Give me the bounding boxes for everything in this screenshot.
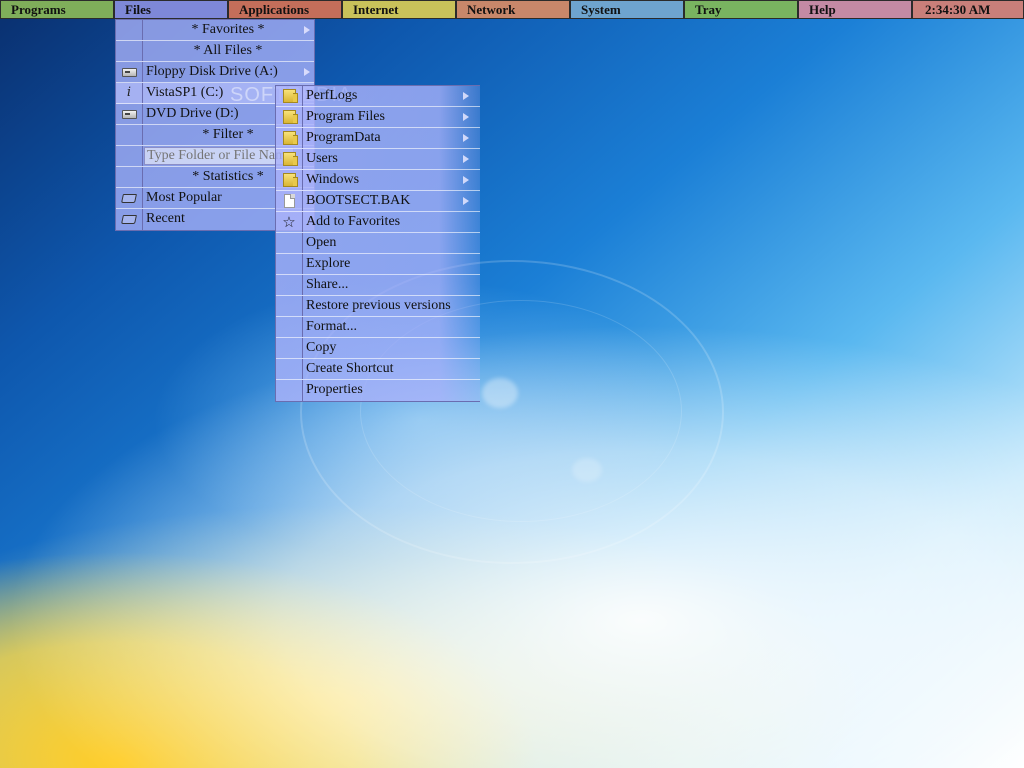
drive-action-copy[interactable]: Copy	[276, 338, 480, 359]
drive-action-share[interactable]: Share...	[276, 275, 480, 296]
menu-tray[interactable]: Tray	[684, 0, 798, 19]
drive-item-users[interactable]: Users	[276, 149, 480, 170]
icon-column	[276, 380, 303, 401]
icon-column: ☆	[276, 212, 303, 232]
icon-column	[276, 338, 303, 358]
icon-column	[276, 170, 303, 190]
menu-help[interactable]: Help	[798, 0, 912, 19]
menu-item-label: VistaSP1 (C:)	[146, 85, 224, 100]
icon-column: i	[116, 83, 143, 103]
menu-item-label: Create Shortcut	[306, 361, 394, 376]
submenu-arrow-icon	[304, 68, 310, 76]
drive-action-create-shortcut[interactable]: Create Shortcut	[276, 359, 480, 380]
menu-item-label: Explore	[306, 256, 351, 271]
menu-programs[interactable]: Programs	[0, 0, 114, 19]
star-icon: ☆	[282, 212, 296, 231]
folder-icon	[282, 110, 298, 124]
open-folder-icon	[121, 193, 137, 203]
icon-column	[276, 317, 303, 337]
folder-icon	[282, 152, 298, 166]
menu-system[interactable]: System	[570, 0, 684, 19]
top-menu-bar: Programs Files Applications Internet Net…	[0, 0, 1024, 19]
menu-item-label: Program Files	[306, 109, 385, 124]
icon-column	[116, 209, 143, 230]
icon-column	[276, 149, 303, 169]
folder-file-name-input[interactable]	[144, 147, 294, 165]
menu-item-label: Open	[306, 235, 337, 250]
drive-action-format[interactable]: Format...	[276, 317, 480, 338]
folder-icon	[282, 89, 298, 103]
drive-item-windows[interactable]: Windows	[276, 170, 480, 191]
menu-network[interactable]: Network	[456, 0, 570, 19]
icon-column	[276, 86, 303, 106]
menu-item-label: Format...	[306, 319, 357, 334]
icon-column	[276, 254, 303, 274]
open-folder-icon	[121, 215, 137, 224]
icon-column	[276, 128, 303, 148]
clock[interactable]: 2:34:30 AM	[912, 0, 1024, 19]
icon-column	[116, 167, 143, 187]
menu-item-label: * All Files *	[193, 43, 263, 58]
files-menu-floppy-drive[interactable]: Floppy Disk Drive (A:)	[116, 62, 314, 83]
menu-files[interactable]: Files	[114, 0, 228, 19]
floppy-drive-icon	[121, 67, 137, 77]
menu-applications[interactable]: Applications	[228, 0, 342, 19]
menu-item-label: Copy	[306, 340, 337, 355]
drive-action-properties[interactable]: Properties	[276, 380, 480, 401]
menu-item-label: Floppy Disk Drive (A:)	[146, 64, 278, 79]
icon-column	[276, 233, 303, 253]
dvd-drive-icon	[121, 109, 137, 119]
info-icon: i	[126, 85, 132, 100]
submenu-arrow-icon	[463, 176, 469, 184]
files-menu-all-files[interactable]: * All Files *	[116, 41, 314, 62]
menu-item-label: DVD Drive (D:)	[146, 106, 239, 121]
folder-icon	[282, 173, 298, 187]
drive-action-explore[interactable]: Explore	[276, 254, 480, 275]
menu-item-label: Properties	[306, 382, 363, 397]
menu-item-label: Windows	[306, 172, 360, 187]
icon-column	[276, 107, 303, 127]
icon-column	[276, 191, 303, 211]
icon-column	[276, 296, 303, 316]
drive-submenu: PerfLogs Program Files ProgramData Users…	[275, 85, 480, 402]
submenu-arrow-icon	[463, 92, 469, 100]
icon-column	[116, 146, 143, 166]
drive-item-perflogs[interactable]: PerfLogs	[276, 86, 480, 107]
wallpaper-glow	[482, 378, 518, 408]
files-menu-favorites[interactable]: * Favorites *	[116, 20, 314, 41]
submenu-arrow-icon	[463, 113, 469, 121]
menu-internet[interactable]: Internet	[342, 0, 456, 19]
wallpaper-glow	[572, 458, 602, 482]
drive-action-restore-versions[interactable]: Restore previous versions	[276, 296, 480, 317]
submenu-arrow-icon	[463, 134, 469, 142]
icon-column	[116, 125, 143, 145]
icon-column	[116, 62, 143, 82]
icon-column	[116, 20, 143, 40]
menu-item-label: BOOTSECT.BAK	[306, 193, 411, 208]
menu-item-label: Most Popular	[146, 190, 222, 205]
icon-column	[116, 41, 143, 61]
menu-item-label: * Favorites *	[191, 22, 265, 37]
drive-item-program-files[interactable]: Program Files	[276, 107, 480, 128]
menu-item-label: Add to Favorites	[306, 214, 401, 229]
drive-item-bootsect[interactable]: BOOTSECT.BAK	[276, 191, 480, 212]
menu-item-label: Restore previous versions	[306, 298, 451, 313]
folder-icon	[282, 131, 298, 145]
icon-column	[116, 104, 143, 124]
drive-action-open[interactable]: Open	[276, 233, 480, 254]
drive-item-add-favorites[interactable]: ☆ Add to Favorites	[276, 212, 480, 233]
menu-item-label: Recent	[146, 211, 185, 226]
file-icon	[283, 194, 295, 208]
icon-column	[116, 188, 143, 208]
submenu-arrow-icon	[463, 155, 469, 163]
menu-item-label: ProgramData	[306, 130, 381, 145]
submenu-arrow-icon	[304, 26, 310, 34]
drive-item-programdata[interactable]: ProgramData	[276, 128, 480, 149]
icon-column	[276, 359, 303, 379]
submenu-arrow-icon	[463, 197, 469, 205]
menu-item-label: PerfLogs	[306, 88, 358, 103]
menu-item-label: Users	[306, 151, 338, 166]
icon-column	[276, 275, 303, 295]
menu-item-label: Share...	[306, 277, 349, 292]
